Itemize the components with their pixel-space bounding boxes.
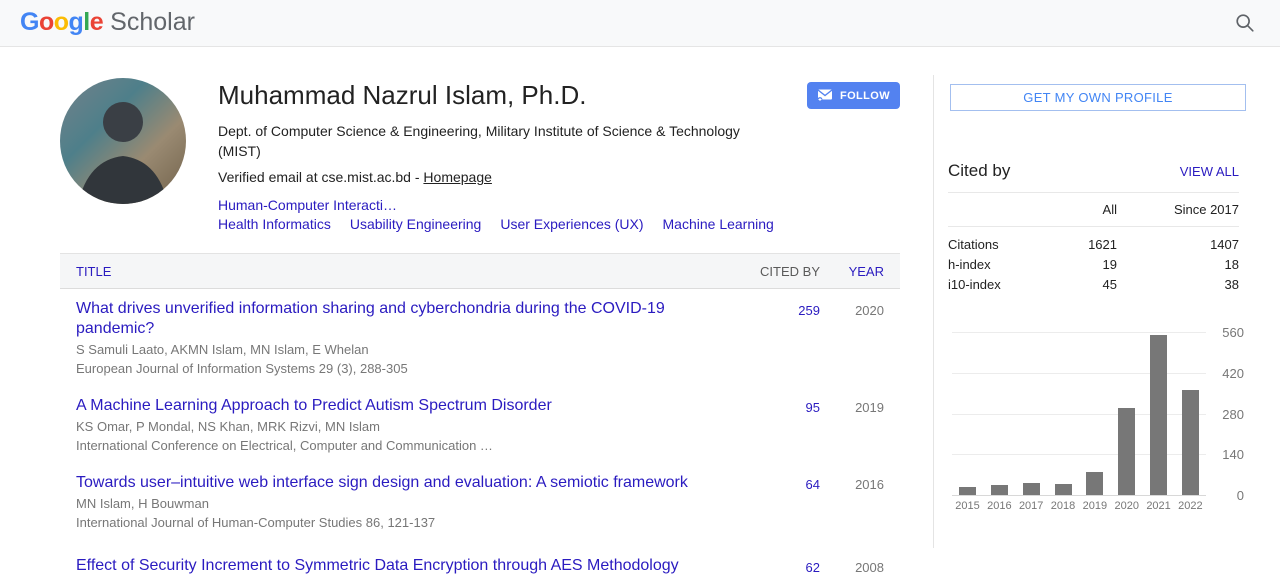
cited-by-title: Cited by (948, 161, 1011, 180)
chart-bar-2021[interactable] (1150, 335, 1168, 495)
publication-title-link[interactable]: Effect of Security Increment to Symmetri… (76, 557, 679, 574)
chart-year-label: 2016 (987, 500, 1012, 512)
verified-email-text: Verified email at cse.mist.ac.bd - (218, 169, 424, 185)
chart-y-tick-label: 0 (1236, 488, 1244, 503)
scholar-logo-text: Scholar (110, 8, 195, 36)
citations-since-value: 1407 (1210, 237, 1239, 252)
follow-button-label: FOLLOW (839, 89, 891, 102)
publication-title-link[interactable]: Towards user–intuitive web interface sig… (76, 474, 688, 491)
profile-name: Muhammad Nazrul Islam, Ph.D. (218, 80, 587, 110)
follow-envelope-icon (817, 89, 833, 102)
citations-chart-plot (952, 330, 1206, 496)
chart-bar-2018[interactable] (1054, 484, 1072, 495)
google-scholar-logo[interactable]: Google Scholar (20, 8, 195, 37)
cited-by-count-link[interactable]: 62 (735, 556, 820, 575)
publication-year: 2016 (855, 477, 884, 492)
publication-row: Towards user–intuitive web interface sig… (60, 463, 900, 540)
cited-by-count-link[interactable]: 64 (735, 473, 820, 492)
profile-info: Muhammad Nazrul Islam, Ph.D. Dept. of Co… (218, 80, 803, 234)
chart-bar-2015[interactable] (959, 487, 976, 495)
h-index-row: h-index 19 18 (948, 255, 1239, 275)
publication-venue: International Journal of Human-Computer … (76, 515, 436, 530)
chart-bar-2022[interactable] (1181, 390, 1199, 495)
citations-row: Citations 1621 1407 (948, 235, 1239, 255)
research-interests: Human-Computer Interacti… Health Informat… (218, 196, 774, 234)
sort-by-year-header[interactable]: YEAR (820, 264, 900, 279)
chart-year-label: 2015 (955, 500, 980, 512)
cited-by-count-link[interactable]: 259 (735, 299, 820, 318)
i10-index-since-value: 38 (1224, 277, 1239, 292)
interest-link-ml[interactable]: Machine Learning (663, 216, 774, 232)
verified-email-line: Verified email at cse.mist.ac.bd - Homep… (218, 168, 803, 187)
publication-row: What drives unverified information shari… (60, 289, 900, 386)
publication-authors: KS Omar, P Mondal, NS Khan, MRK Rizvi, M… (76, 419, 380, 434)
h-index-label: h-index (948, 257, 991, 272)
profile-affiliation: Dept. of Computer Science & Engineering,… (218, 123, 740, 159)
chart-bar-2016[interactable] (990, 485, 1008, 495)
chart-y-axis-labels: 0 140 280 420 560 (1206, 326, 1244, 503)
chart-bar-2017[interactable] (1022, 483, 1040, 495)
follow-button[interactable]: FOLLOW (807, 82, 900, 109)
top-header: Google Scholar (0, 0, 1280, 47)
chart-year-label: 2022 (1178, 500, 1203, 512)
i10-index-label: i10-index (948, 277, 1001, 292)
publication-row: A Machine Learning Approach to Predict A… (60, 386, 900, 463)
h-index-all-value: 19 (1102, 257, 1117, 272)
chart-year-label: 2020 (1114, 500, 1139, 512)
chart-baseline (952, 495, 1206, 496)
citations-all-value: 1621 (1088, 237, 1117, 252)
cited-by-panel: Cited by VIEW ALL All Since 2017 Citatio… (948, 161, 1239, 295)
sort-by-title-header[interactable]: TITLE (76, 264, 735, 279)
publications-table-header: TITLE CITED BY YEAR (60, 253, 900, 289)
chart-year-label: 2019 (1082, 500, 1108, 512)
avatar[interactable] (60, 78, 186, 204)
citations-label: Citations (948, 237, 999, 252)
chart-y-tick-label: 420 (1222, 365, 1244, 381)
get-my-own-profile-button[interactable]: GET MY OWN PROFILE (950, 84, 1246, 111)
publication-year: 2019 (855, 400, 884, 415)
publication-row: Effect of Security Increment to Symmetri… (60, 540, 900, 585)
interest-link-health-informatics[interactable]: Health Informatics (218, 216, 331, 232)
interest-link-ux[interactable]: User Experiences (UX) (500, 216, 643, 232)
col-since-header: Since 2017 (1173, 202, 1239, 217)
chart-y-tick-label: 560 (1222, 325, 1244, 340)
view-all-link[interactable]: VIEW ALL (1180, 164, 1239, 179)
cited-by-column-headers: All Since 2017 (948, 193, 1239, 227)
google-logo-text: Google (20, 8, 104, 36)
cited-by-column-header: CITED BY (760, 263, 820, 279)
publication-authors: MN Islam, H Bouwman (76, 496, 209, 511)
publication-year: 2020 (855, 303, 884, 318)
interest-link-hci[interactable]: Human-Computer Interacti… (218, 197, 397, 213)
publication-venue: International Conference on Electrical, … (76, 438, 493, 453)
publication-title-link[interactable]: A Machine Learning Approach to Predict A… (76, 397, 552, 414)
cited-by-count-link[interactable]: 95 (735, 396, 820, 415)
chart-bar-2019[interactable] (1086, 472, 1104, 495)
chart-year-label: 2018 (1050, 500, 1076, 512)
chart-y-tick-label: 280 (1222, 406, 1244, 422)
publication-authors: S Samuli Laato, AKMN Islam, MN Islam, E … (76, 342, 369, 357)
h-index-since-value: 18 (1224, 257, 1239, 272)
homepage-link[interactable]: Homepage (423, 169, 492, 185)
publications-table: TITLE CITED BY YEAR What drives unverifi… (60, 253, 900, 585)
i10-index-row: i10-index 45 38 (948, 275, 1239, 295)
chart-year-label: 2017 (1018, 500, 1044, 512)
citations-per-year-chart: 2015 2016 2017 2018 2019 2020 2021 2022 0 140 280… (952, 326, 1244, 530)
publication-venue: European Journal of Information Systems … (76, 361, 408, 376)
chart-bar-2020[interactable] (1118, 408, 1136, 495)
publication-year: 2008 (855, 560, 884, 575)
publication-title-link[interactable]: What drives unverified information shari… (76, 300, 665, 337)
chart-year-label: 2021 (1146, 500, 1171, 512)
sidebar-divider (933, 75, 934, 548)
i10-index-all-value: 45 (1102, 277, 1117, 292)
chart-x-axis-labels: 2015 2016 2017 2018 2019 2020 2021 2022 (952, 500, 1206, 512)
chart-y-tick-label: 140 (1222, 447, 1244, 463)
interest-link-usability[interactable]: Usability Engineering (350, 216, 482, 232)
col-all-header: All (1102, 202, 1117, 217)
search-icon[interactable] (1234, 12, 1256, 34)
